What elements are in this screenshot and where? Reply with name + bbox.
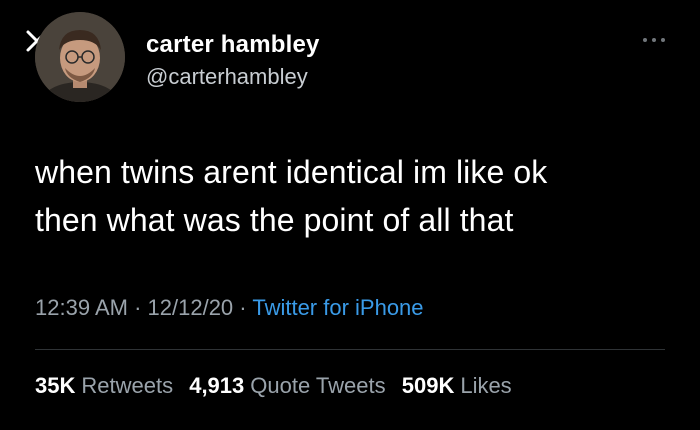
author-handle[interactable]: @carterhambley (146, 62, 320, 92)
quote-tweets-stat[interactable]: 4,913 Quote Tweets (189, 371, 385, 401)
tweet-source-link[interactable]: Twitter for iPhone (252, 295, 423, 320)
likes-label: Likes (460, 373, 512, 398)
author-display-name[interactable]: carter hambley (146, 30, 320, 60)
retweets-label: Retweets (81, 373, 174, 398)
meta-separator: · (239, 295, 247, 320)
retweets-stat[interactable]: 35K Retweets (35, 371, 173, 401)
quote-tweets-label: Quote Tweets (250, 373, 386, 398)
retweets-count: 35K (35, 373, 76, 398)
avatar[interactable] (35, 12, 125, 102)
tweet-metadata: 12:39 AM · 12/12/20 · Twitter for iPhone (35, 293, 424, 323)
meta-separator: · (134, 295, 142, 320)
more-options-button[interactable] (640, 32, 668, 48)
tweet-text-line: when twins arent identical im like ok (35, 154, 548, 190)
tweet-detail: carter hambley @carterhambley when twins… (0, 0, 700, 430)
quote-tweets-count: 4,913 (189, 373, 245, 398)
tweet-text: when twins arent identical im like ok th… (35, 148, 675, 244)
tweet-text-line: then what was the point of all that (35, 202, 514, 238)
tweet-time[interactable]: 12:39 AM (35, 295, 128, 320)
avatar-photo (35, 12, 125, 102)
more-options-icon (643, 38, 665, 42)
author-block[interactable]: carter hambley @carterhambley (146, 30, 320, 92)
tweet-stats: 35K Retweets 4,913 Quote Tweets 509K Likes (35, 371, 522, 401)
divider (35, 349, 665, 350)
tweet-date[interactable]: 12/12/20 (148, 295, 234, 320)
likes-count: 509K (401, 373, 455, 398)
likes-stat[interactable]: 509K Likes (402, 371, 512, 401)
